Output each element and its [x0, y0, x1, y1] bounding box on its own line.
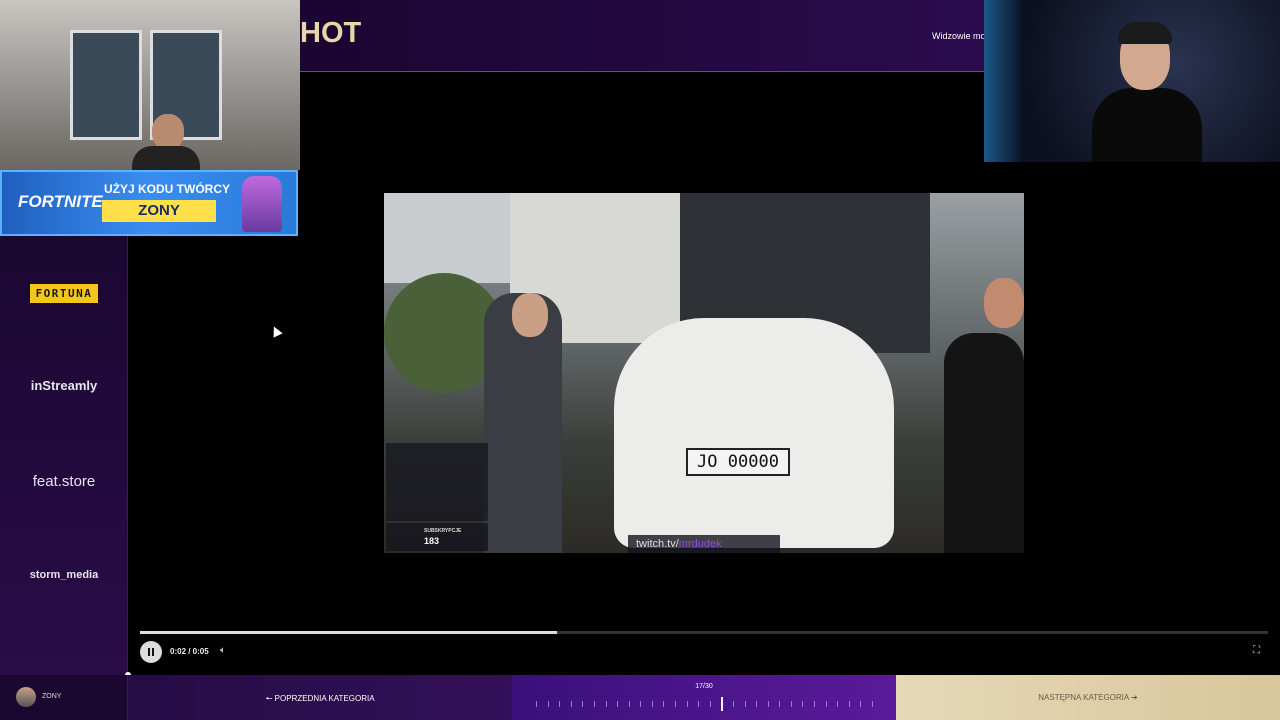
stream-chat-overlay	[386, 443, 488, 521]
category-tick	[675, 701, 677, 707]
category-tick	[790, 701, 792, 707]
streamer-figure	[132, 114, 200, 170]
fullscreen-icon[interactable]: ⛶	[1253, 645, 1260, 656]
category-tick	[559, 701, 561, 707]
category-tick	[605, 701, 607, 707]
volume-icon[interactable]: 🔈︎	[220, 645, 226, 656]
category-tick	[617, 701, 619, 707]
category-tick	[767, 701, 769, 707]
arrow-right-icon: ➔	[1128, 693, 1138, 702]
webcam-right	[984, 0, 1280, 162]
category-tick	[732, 701, 734, 707]
featstore-logo[interactable]: feat.store	[0, 473, 128, 490]
user-badge: ZONY	[0, 675, 128, 720]
previous-category-button[interactable]: 🠔 POPRZEDNIA KATEGORIA	[128, 675, 512, 720]
creator-code: ZONY	[102, 200, 216, 222]
avatar	[16, 687, 36, 707]
pause-button[interactable]	[140, 641, 162, 663]
video-progress-fill	[140, 631, 558, 634]
fortnite-creator-code-banner: FORTNITE UŻYJ KODU TWÓRCY ZONY	[0, 170, 298, 236]
mouse-cursor	[269, 324, 283, 338]
woman-figure	[944, 333, 1024, 553]
category-tick	[814, 701, 816, 707]
category-tick	[547, 701, 549, 707]
category-tick	[721, 697, 724, 711]
category-tick	[802, 701, 804, 707]
category-tick	[756, 701, 758, 707]
video-progress-bar[interactable]	[140, 631, 1268, 634]
llama-pinata-icon	[242, 176, 282, 232]
category-tick	[570, 701, 572, 707]
category-tick	[779, 701, 781, 707]
category-tick	[744, 701, 746, 707]
webcam-left	[0, 0, 300, 170]
category-tick	[663, 701, 665, 707]
instreamly-logo[interactable]: inStreamly	[0, 378, 128, 393]
bottom-nav: ZONY 🠔 POPRZEDNIA KATEGORIA 17/30 NASTĘP…	[0, 675, 1280, 720]
license-plate: JO 00000	[686, 448, 790, 476]
category-progress: 17/30	[512, 675, 896, 720]
category-tick	[872, 701, 873, 707]
category-tick	[536, 701, 537, 707]
video-frame[interactable]: JO 00000 SUBSKRYPCJE 183 twitch.tv/mrdud…	[384, 193, 1024, 553]
viewers-text: Widzowie mog	[932, 31, 984, 41]
category-tick	[686, 701, 688, 707]
fortuna-logo[interactable]: FORTUNA	[0, 284, 128, 303]
creator-code-title: UŻYJ KODU TWÓRCY	[104, 182, 230, 196]
category-tick	[825, 701, 827, 707]
subscriptions-count: 183	[424, 536, 440, 546]
header-bar: HOT Widzowie mog	[300, 0, 984, 72]
arrow-left-icon: 🠔	[265, 694, 275, 703]
twitch-channel: mrdudek	[678, 538, 722, 550]
next-category-button[interactable]: NASTĘPNA KATEGORIA ➔	[896, 675, 1280, 720]
playback-time: 0:02 / 0:05	[170, 647, 209, 656]
category-tick	[593, 701, 595, 707]
category-tick	[651, 701, 653, 707]
next-category-label: NASTĘPNA KATEGORIA	[1038, 693, 1129, 702]
category-counter: 17/30	[695, 683, 713, 690]
category-tick	[860, 701, 862, 707]
storm-media-logo[interactable]: storm_media	[0, 569, 128, 581]
sponsor-sidebar: FORTUNA inStreamly feat.store storm_medi…	[0, 236, 128, 675]
category-ticks	[536, 697, 873, 711]
previous-category-label: POPRZEDNIA KATEGORIA	[274, 694, 375, 703]
user-name: ZONY	[42, 693, 62, 700]
white-car	[614, 318, 894, 548]
category-tick	[582, 701, 584, 707]
twitch-prefix: twitch.tv/	[636, 538, 679, 550]
category-tick	[628, 701, 630, 707]
category-tick	[698, 701, 700, 707]
fortnite-logo: FORTNITE	[18, 192, 103, 211]
category-tick	[709, 701, 711, 707]
page-title: HOT	[300, 17, 362, 49]
category-tick	[848, 701, 850, 707]
subscriptions-overlay: SUBSKRYPCJE 183	[386, 523, 488, 551]
twitch-url-overlay: twitch.tv/mrdudek	[628, 535, 780, 553]
category-tick	[640, 701, 642, 707]
category-tick	[837, 701, 839, 707]
subscriptions-label: SUBSKRYPCJE	[424, 528, 462, 534]
